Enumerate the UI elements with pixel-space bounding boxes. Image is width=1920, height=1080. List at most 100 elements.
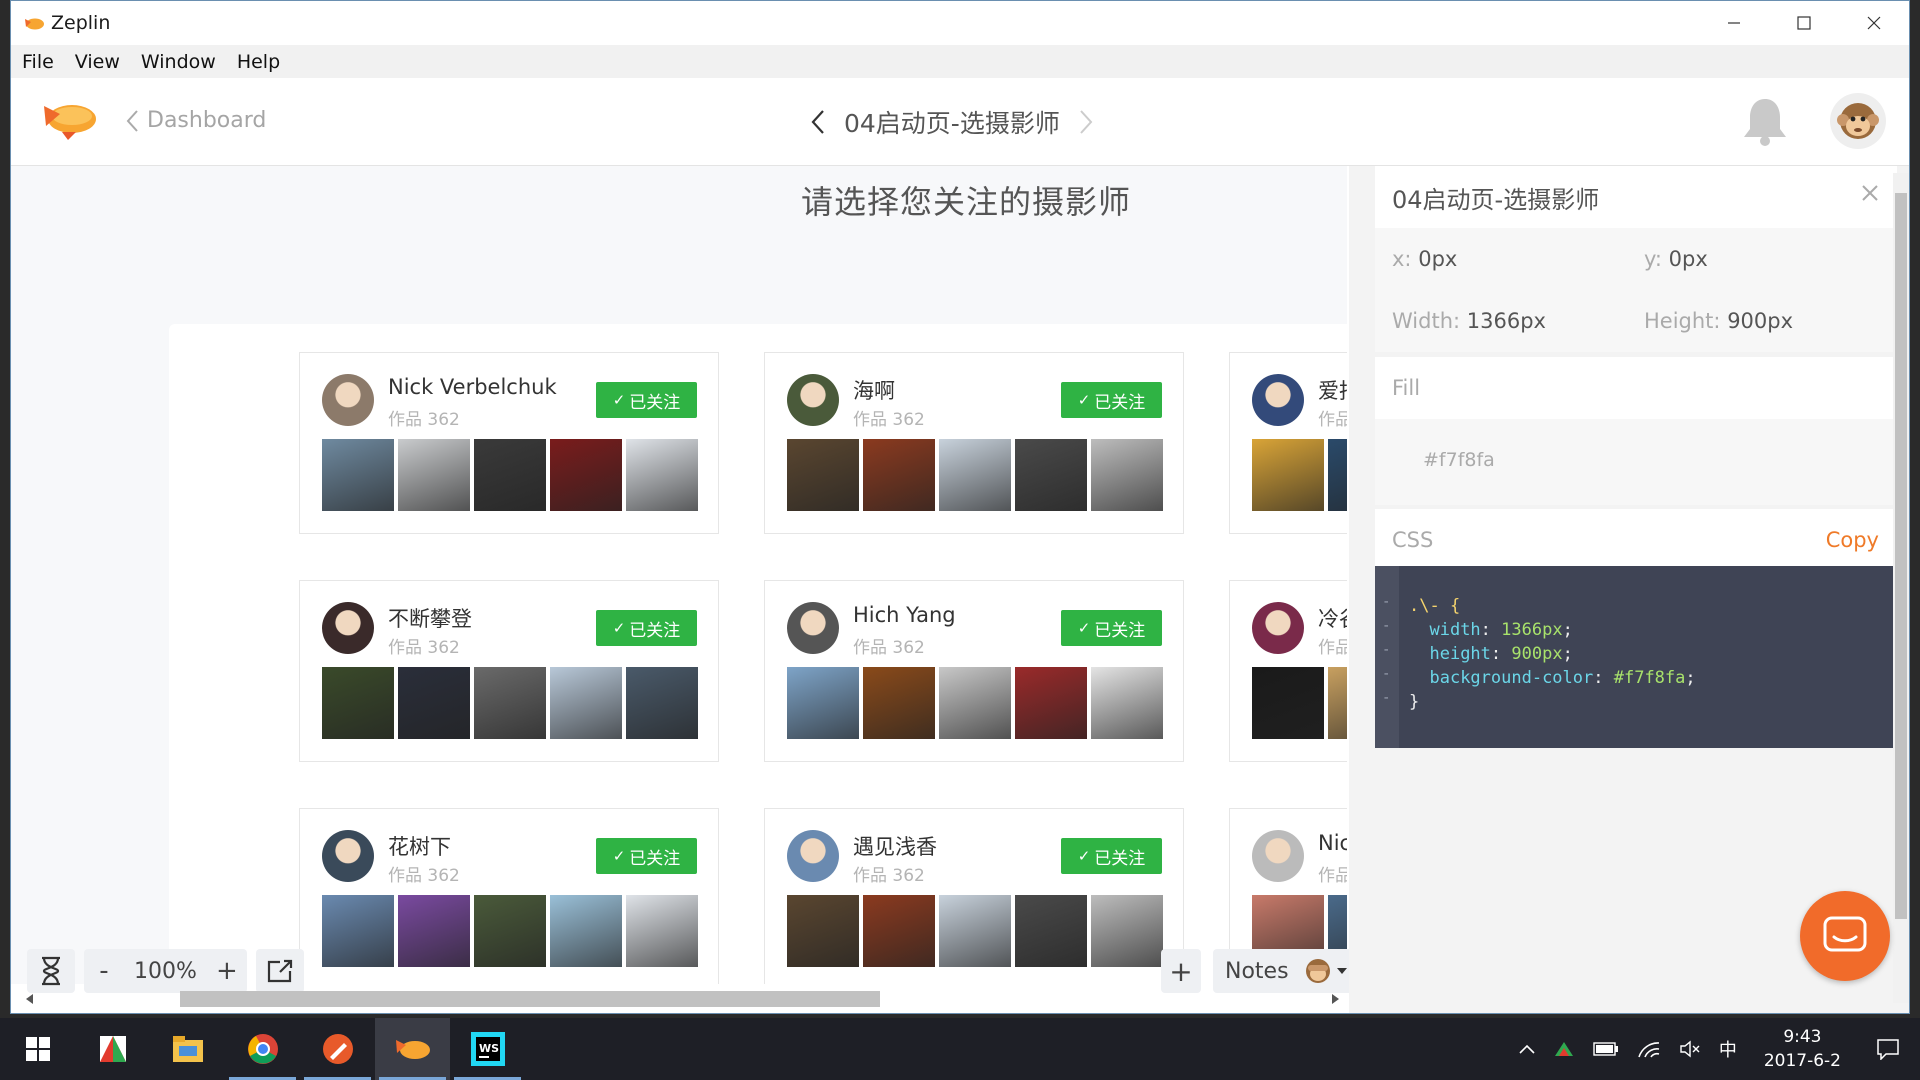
photographer-name[interactable]: 花树下 xyxy=(388,831,451,861)
show-hidden-icons-button[interactable] xyxy=(1519,1044,1535,1054)
photo-thumbnail[interactable] xyxy=(1091,667,1163,739)
menu-file[interactable]: File xyxy=(20,51,56,73)
photographer-avatar[interactable] xyxy=(1252,830,1304,882)
taskbar-app-shapes[interactable] xyxy=(75,1018,150,1080)
photographer-card[interactable]: 遇见浅香 作品 362 ✓ 已关注 xyxy=(764,808,1184,984)
ime-indicator[interactable]: 中 xyxy=(1719,1036,1737,1062)
photographer-name[interactable]: 遇见浅香 xyxy=(853,831,937,861)
start-button[interactable] xyxy=(0,1018,75,1080)
battery-status[interactable] xyxy=(1593,1042,1619,1056)
photographer-name[interactable]: Hich Yang xyxy=(853,603,956,627)
photographer-name[interactable]: 冷谷 xyxy=(1318,603,1347,633)
design-canvas[interactable]: 请选择您关注的摄影师 Nick Verbelchuk 作品 362 ✓ 已关注 海啊 作品… xyxy=(11,166,1347,984)
photographer-avatar[interactable] xyxy=(787,602,839,654)
photo-thumbnail[interactable] xyxy=(1015,439,1087,511)
photographer-card[interactable]: 冷谷作品✓已关注 xyxy=(1229,580,1347,762)
photo-thumbnail[interactable] xyxy=(398,439,470,511)
volume-status[interactable] xyxy=(1679,1040,1701,1058)
photo-thumbnail[interactable] xyxy=(1252,439,1324,511)
photo-thumbnail[interactable] xyxy=(1091,439,1163,511)
inspector-scrollbar[interactable] xyxy=(1893,173,1909,1003)
photographer-card[interactable]: 爱拍作品✓已关注 xyxy=(1229,352,1347,534)
photographer-card[interactable]: Nick Verbelchuk 作品 362 ✓ 已关注 xyxy=(299,352,719,534)
photo-thumbnail[interactable] xyxy=(474,895,546,967)
taskbar-zeplin[interactable] xyxy=(375,1018,450,1080)
follow-button[interactable]: ✓ 已关注 xyxy=(596,610,697,646)
photo-thumbnail[interactable] xyxy=(626,439,698,511)
minimize-button[interactable] xyxy=(1699,1,1769,45)
menu-window[interactable]: Window xyxy=(139,51,218,73)
photo-thumbnail[interactable] xyxy=(863,667,935,739)
photo-thumbnail[interactable] xyxy=(398,667,470,739)
photographer-name[interactable]: 爱拍 xyxy=(1318,375,1347,405)
photo-thumbnail[interactable] xyxy=(1328,439,1347,511)
photo-thumbnail[interactable] xyxy=(787,439,859,511)
taskbar-webstorm[interactable]: WS xyxy=(450,1018,525,1080)
photo-thumbnail[interactable] xyxy=(863,439,935,511)
action-center-button[interactable] xyxy=(1876,1038,1900,1060)
photo-thumbnail[interactable] xyxy=(863,895,935,967)
photo-thumbnail[interactable] xyxy=(550,895,622,967)
photo-thumbnail[interactable] xyxy=(939,895,1011,967)
photo-thumbnail[interactable] xyxy=(787,667,859,739)
scroll-left-arrow-icon[interactable] xyxy=(25,993,35,1005)
photographer-card[interactable]: 花树下 作品 362 ✓ 已关注 xyxy=(299,808,719,984)
photographer-avatar[interactable] xyxy=(787,374,839,426)
notification-bell-icon[interactable] xyxy=(1740,95,1790,147)
tray-app-icon[interactable] xyxy=(1553,1040,1575,1058)
photographer-card[interactable]: 不断攀登 作品 362 ✓ 已关注 xyxy=(299,580,719,762)
photo-thumbnail[interactable] xyxy=(1015,895,1087,967)
copy-css-button[interactable]: Copy xyxy=(1826,528,1879,552)
wifi-status[interactable] xyxy=(1637,1040,1661,1058)
menu-help[interactable]: Help xyxy=(235,51,282,73)
fill-swatch-box[interactable]: #f7f8fa xyxy=(1375,419,1897,505)
photographer-avatar[interactable] xyxy=(787,830,839,882)
canvas-horizontal-scrollbar[interactable] xyxy=(25,987,1345,1011)
photo-thumbnail[interactable] xyxy=(474,667,546,739)
taskbar-chrome[interactable] xyxy=(225,1018,300,1080)
photo-thumbnail[interactable] xyxy=(1328,667,1347,739)
photo-thumbnail[interactable] xyxy=(322,439,394,511)
photo-thumbnail[interactable] xyxy=(939,439,1011,511)
photo-thumbnail[interactable] xyxy=(322,895,394,967)
photo-thumbnail[interactable] xyxy=(1015,667,1087,739)
photographer-avatar[interactable] xyxy=(322,830,374,882)
menu-view[interactable]: View xyxy=(73,51,122,73)
follow-button[interactable]: ✓ 已关注 xyxy=(1061,382,1162,418)
photographer-name[interactable]: 海啊 xyxy=(853,375,895,405)
photographer-avatar[interactable] xyxy=(1252,602,1304,654)
photo-thumbnail[interactable] xyxy=(550,439,622,511)
photo-thumbnail[interactable] xyxy=(787,895,859,967)
taskbar-file-explorer[interactable] xyxy=(150,1018,225,1080)
photo-thumbnail[interactable] xyxy=(1252,667,1324,739)
taskbar-sketch-app[interactable] xyxy=(300,1018,375,1080)
photo-thumbnail[interactable] xyxy=(626,895,698,967)
support-chat-button[interactable] xyxy=(1800,891,1890,981)
photo-thumbnail[interactable] xyxy=(474,439,546,511)
dashboard-back-link[interactable]: Dashboard xyxy=(125,108,266,133)
photographer-card[interactable]: Hich Yang 作品 362 ✓ 已关注 xyxy=(764,580,1184,762)
close-panel-icon[interactable] xyxy=(1861,184,1879,202)
photo-thumbnail[interactable] xyxy=(626,667,698,739)
system-clock[interactable]: 9:43 2017-6-2 xyxy=(1764,1025,1841,1073)
follow-button[interactable]: ✓ 已关注 xyxy=(596,382,697,418)
inspector-scroll-thumb[interactable] xyxy=(1895,193,1907,919)
prev-screen-icon[interactable] xyxy=(810,108,826,136)
maximize-button[interactable] xyxy=(1769,1,1839,45)
photographer-name[interactable]: Nic xyxy=(1318,831,1347,855)
follow-button[interactable]: ✓ 已关注 xyxy=(1061,610,1162,646)
css-code-block[interactable]: - - - - - .\- { width: 1366px; height: 9… xyxy=(1375,566,1897,748)
photographer-card[interactable]: 海啊 作品 362 ✓ 已关注 xyxy=(764,352,1184,534)
photographer-name[interactable]: 不断攀登 xyxy=(388,603,472,633)
photo-thumbnail[interactable] xyxy=(398,895,470,967)
photo-thumbnail[interactable] xyxy=(322,667,394,739)
horizontal-scroll-thumb[interactable] xyxy=(180,991,880,1007)
photographer-avatar[interactable] xyxy=(322,374,374,426)
follow-button[interactable]: ✓ 已关注 xyxy=(596,838,697,874)
scroll-right-arrow-icon[interactable] xyxy=(1330,993,1340,1005)
user-avatar[interactable] xyxy=(1830,93,1886,149)
zeplin-logo-icon[interactable] xyxy=(40,96,100,142)
photographer-avatar[interactable] xyxy=(1252,374,1304,426)
photo-thumbnail[interactable] xyxy=(550,667,622,739)
close-window-button[interactable] xyxy=(1839,1,1909,45)
